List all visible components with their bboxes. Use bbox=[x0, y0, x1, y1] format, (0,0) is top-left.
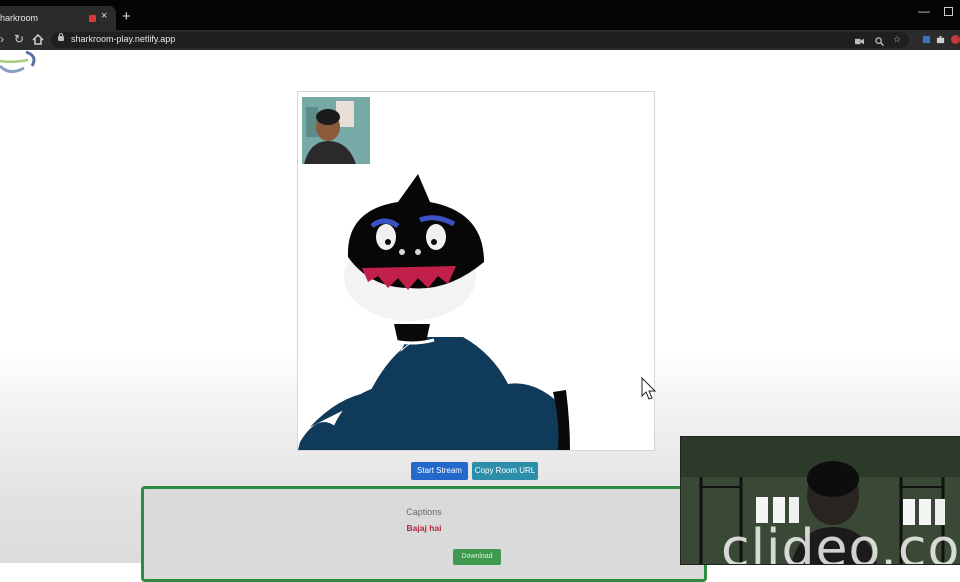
browser-tab-strip: harkroom × + — bbox=[0, 0, 960, 30]
reload-icon[interactable]: ↻ bbox=[14, 32, 24, 46]
minimize-icon[interactable]: — bbox=[918, 4, 930, 18]
browser-toolbar: › ↻ sharkroom-play.netlify.app ☆ bbox=[0, 30, 960, 50]
new-tab-button[interactable]: + bbox=[122, 9, 131, 24]
address-url: sharkroom-play.netlify.app bbox=[71, 34, 176, 44]
bookmark-star-icon[interactable]: ☆ bbox=[893, 34, 901, 45]
tab-title: harkroom bbox=[0, 13, 39, 23]
zoom-icon[interactable] bbox=[875, 37, 884, 46]
profile-avatar-icon[interactable] bbox=[951, 35, 960, 44]
video-stage bbox=[297, 91, 655, 451]
tab-close-icon[interactable]: × bbox=[101, 10, 107, 22]
caption-text: Bajaj hai bbox=[406, 523, 442, 533]
maximize-icon[interactable] bbox=[944, 7, 953, 16]
mouse-cursor-icon bbox=[641, 377, 657, 400]
home-icon[interactable] bbox=[32, 34, 44, 45]
back-icon[interactable]: › bbox=[0, 32, 4, 46]
camera-icon[interactable] bbox=[855, 37, 864, 46]
start-stream-button[interactable]: Start Stream bbox=[411, 462, 468, 480]
address-bar[interactable]: sharkroom-play.netlify.app ☆ bbox=[51, 32, 909, 48]
captions-title: Captions bbox=[406, 507, 442, 517]
extension-icon[interactable] bbox=[922, 35, 931, 44]
watermark-text: clideo.com bbox=[721, 519, 960, 565]
lock-icon bbox=[58, 33, 64, 41]
shark-avatar bbox=[298, 174, 570, 450]
puzzle-icon[interactable] bbox=[936, 35, 945, 44]
captions-panel: Captions Bajaj hai Download bbox=[141, 486, 707, 582]
browser-tab[interactable]: harkroom × bbox=[0, 6, 116, 30]
webcam-overlay: clideo.com bbox=[680, 436, 960, 565]
recording-indicator-icon bbox=[89, 15, 96, 22]
copy-room-url-button[interactable]: Copy Room URL bbox=[472, 462, 538, 480]
site-logo-icon bbox=[0, 50, 36, 73]
